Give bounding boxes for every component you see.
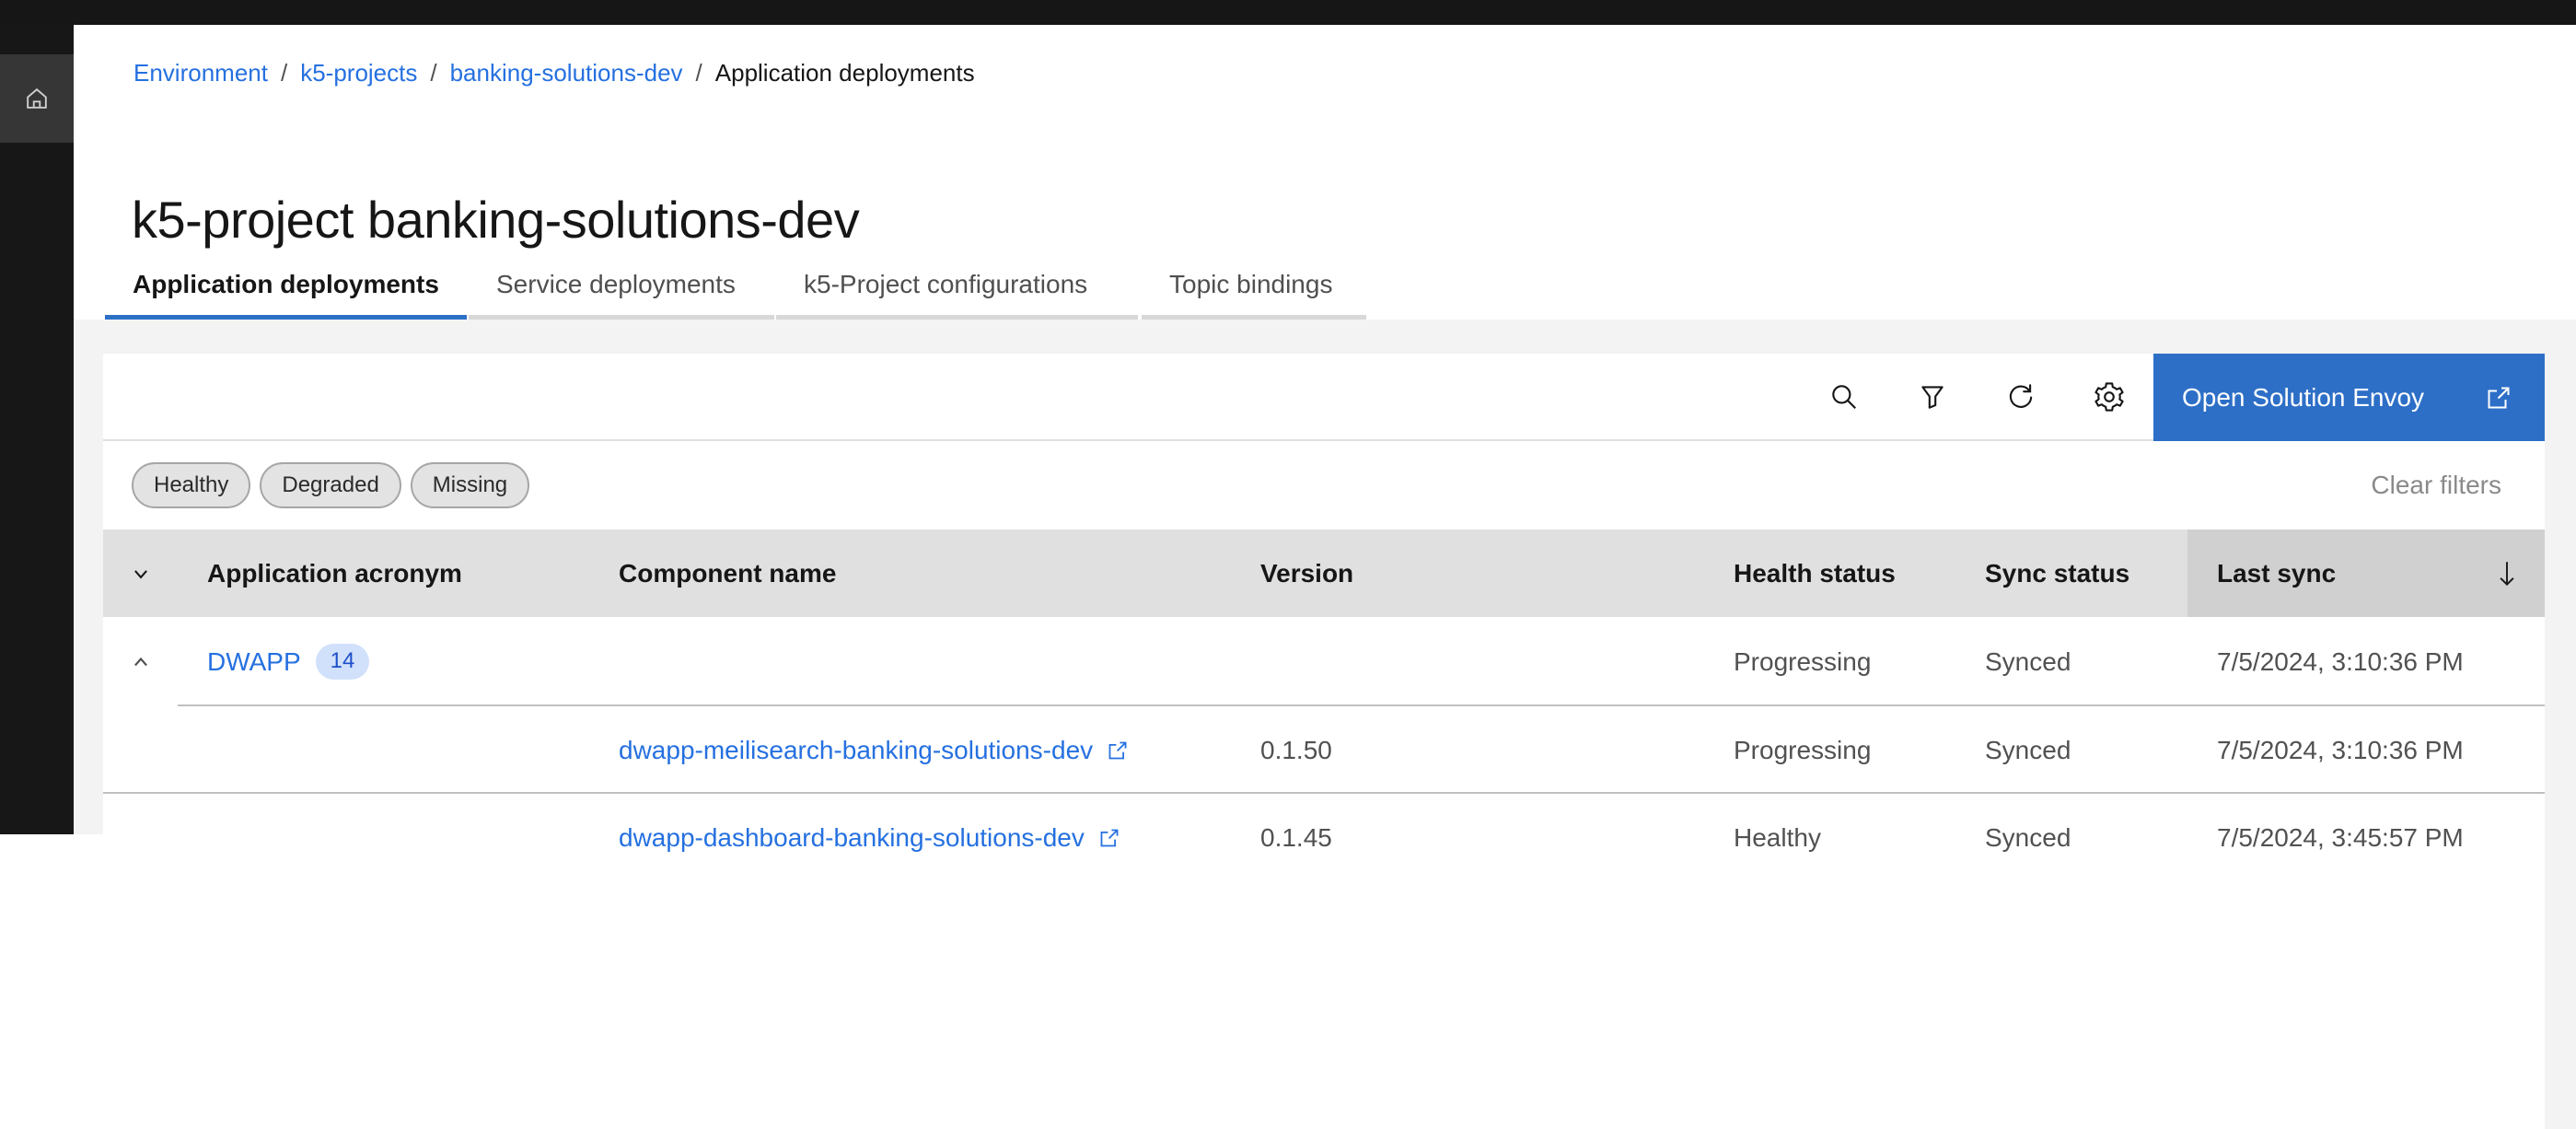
version-cell: 0.1.50 [1231,706,1704,794]
search-icon [1828,381,1860,413]
version-cell: 0.1.45 [1231,794,1704,882]
column-header-version[interactable]: Version [1231,530,1704,617]
last-sync-cell: 7/5/2024, 3:10:36 PM [2187,617,2545,706]
sidebar-item-home[interactable] [0,54,74,143]
filter-tag-healthy[interactable]: Healthy [132,462,250,508]
breadcrumb-separator: / [696,59,702,87]
breadcrumb-link-k5-projects[interactable]: k5-projects [300,59,417,87]
component-name-text: dwapp-meilisearch-banking-solutions-dev [619,736,1093,765]
column-header-component-name[interactable]: Component name [589,530,1231,617]
sync-status-cell: Synced [1955,706,2187,794]
filter-icon [1917,381,1948,413]
column-header-application-acronym[interactable]: Application acronym [178,530,589,617]
gear-icon [2094,381,2125,413]
launch-icon [1097,826,1121,850]
tab-service-deployments[interactable]: Service deployments [469,253,774,320]
last-sync-cell: 7/5/2024, 3:45:57 PM [2187,794,2545,882]
column-header-last-sync-sorted[interactable]: Last sync [2187,530,2545,617]
tab-topic-bindings[interactable]: Topic bindings [1142,253,1366,320]
component-name-cell [589,617,1231,706]
launch-icon [2484,383,2513,413]
refresh-icon [2005,381,2036,413]
version-cell [1231,617,1704,706]
health-status-cell: Progressing [1704,617,1955,706]
tab-bar: Application deployments Service deployme… [105,253,1366,320]
table-section: Open Solution Envoy Healthy Degraded [74,320,2576,834]
filter-tag-missing[interactable]: Missing [411,462,529,508]
refresh-button[interactable] [1977,354,2065,439]
sync-status-cell: Synced [1955,794,2187,882]
data-table-card: Open Solution Envoy Healthy Degraded [103,354,2545,834]
component-name-text: dwapp-dashboard-banking-solutions-dev [619,823,1085,853]
sync-status-cell: Synced [1955,617,2187,706]
clear-filters-button[interactable]: Clear filters [2371,471,2501,500]
tab-application-deployments[interactable]: Application deployments [105,253,467,320]
breadcrumb-separator: / [281,59,287,87]
breadcrumb: Environment / k5-projects / banking-solu… [133,59,975,87]
home-icon [23,85,51,112]
launch-icon [1106,739,1130,762]
chevron-up-icon [128,649,154,675]
top-header-bar [0,0,2576,25]
filter-button[interactable] [1888,354,1977,439]
component-count-badge: 14 [316,644,370,680]
main-content: Environment / k5-projects / banking-solu… [74,25,2576,834]
breadcrumb-link-banking-solutions-dev[interactable]: banking-solutions-dev [450,59,683,87]
application-acronym-link[interactable]: DWAPP [207,647,301,677]
health-status-cell: Healthy [1704,794,1955,882]
application-window: Environment / k5-projects / banking-solu… [0,0,2576,834]
table-row-child-meilisearch: dwapp-meilisearch-banking-solutions-dev … [103,706,2545,794]
column-header-health-status[interactable]: Health status [1704,530,1955,617]
expand-all-button[interactable] [103,530,178,617]
column-header-sync-status[interactable]: Sync status [1955,530,2187,617]
table-toolbar: Open Solution Envoy [103,354,2545,441]
open-solution-envoy-button[interactable]: Open Solution Envoy [2153,354,2545,441]
settings-button[interactable] [2065,354,2153,439]
filter-tag-degraded[interactable]: Degraded [260,462,400,508]
page-title: k5-project banking-solutions-dev [132,190,859,250]
page-background-gap [2545,614,2576,1129]
search-button[interactable] [1800,354,1888,439]
tab-k5-project-configurations[interactable]: k5-Project configurations [776,253,1138,320]
chevron-down-icon [128,561,154,587]
breadcrumb-link-environment[interactable]: Environment [133,59,268,87]
page-header: Environment / k5-projects / banking-solu… [74,25,2576,320]
side-nav [0,25,74,834]
table-row-parent-dwapp: DWAPP 14 Progressing Synced 7/5/2024, 3:… [103,617,2545,706]
collapse-row-button[interactable] [103,617,178,706]
open-solution-envoy-label: Open Solution Envoy [2182,383,2424,413]
sort-descending-arrow-icon [2491,558,2523,589]
component-name-link[interactable]: dwapp-dashboard-banking-solutions-dev [619,823,1121,853]
table-row-child-dashboard: dwapp-dashboard-banking-solutions-dev 0.… [103,794,2545,882]
breadcrumb-current-page: Application deployments [715,59,975,87]
health-status-cell: Progressing [1704,706,1955,794]
table-header-row: Application acronym Component name Versi… [103,530,2545,617]
active-filters-row: Healthy Degraded Missing Clear filters [103,441,2545,530]
last-sync-cell: 7/5/2024, 3:10:36 PM [2187,706,2545,794]
last-sync-label: Last sync [2217,557,2336,589]
breadcrumb-separator: / [430,59,436,87]
component-name-link[interactable]: dwapp-meilisearch-banking-solutions-dev [619,736,1130,765]
